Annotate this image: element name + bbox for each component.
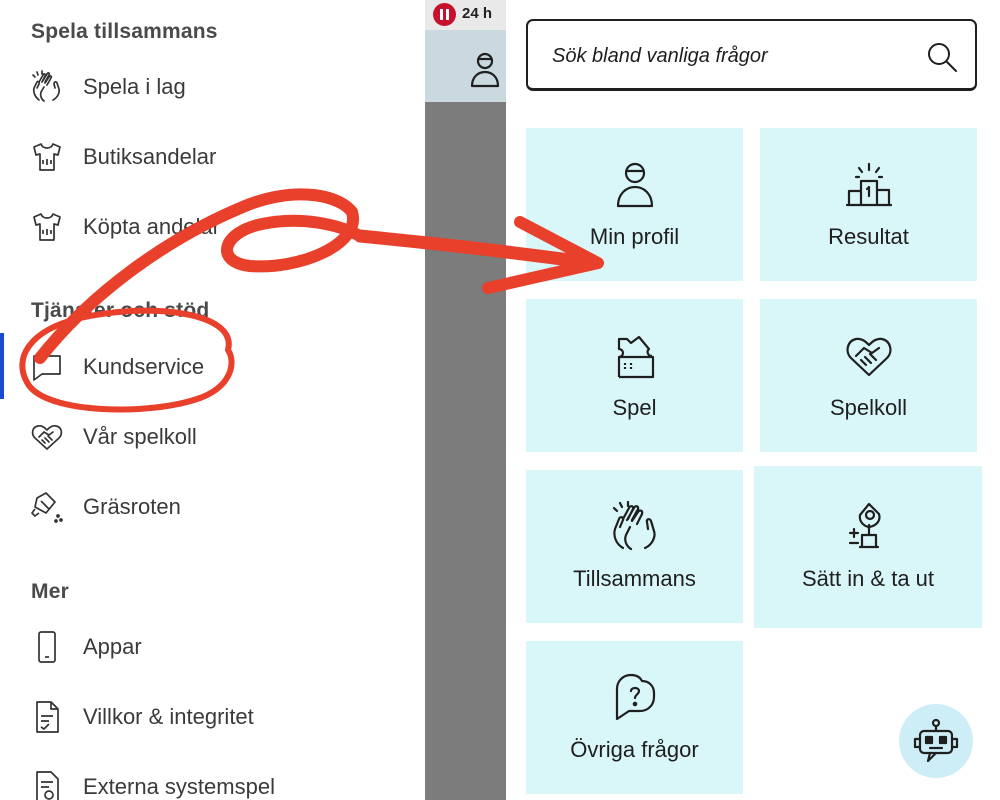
tile-label: Spelkoll	[829, 395, 908, 420]
clapping-hands-icon	[30, 70, 64, 104]
tile-tillsammans[interactable]: Tillsammans	[526, 470, 743, 623]
menu-item-externa-systemspel[interactable]: Externa systemspel	[0, 756, 425, 800]
pause-icon[interactable]	[433, 3, 456, 26]
menu-item-appar[interactable]: Appar	[0, 616, 425, 678]
background-page-overlay[interactable]: 24 h	[425, 0, 506, 800]
menu-item-label: Externa systemspel	[83, 774, 275, 799]
tile-label: Tillsammans	[573, 566, 696, 591]
timer-label: 24 h	[462, 5, 493, 22]
watering-can-icon	[30, 490, 64, 524]
menu-item-label: Köpta andelar	[83, 214, 220, 239]
tile-label: Sätt in & ta ut	[801, 566, 935, 591]
menu-item-villkor[interactable]: Villkor & integritet	[0, 686, 425, 748]
screen: Spela tillsammans Spela i lag Butiksande…	[0, 0, 1000, 800]
shirt-share-icon	[30, 210, 64, 244]
phone-icon	[30, 630, 64, 664]
chat-bubble-icon	[30, 350, 64, 384]
heart-handshake-icon	[843, 329, 895, 381]
menu-item-label: Gräsroten	[83, 494, 181, 519]
menu-item-grasroten[interactable]: Gräsroten	[0, 476, 425, 538]
section-heading-more: Mer	[31, 580, 69, 603]
section-heading-together: Spela tillsammans	[31, 20, 218, 43]
tile-label: Min profil	[589, 224, 680, 249]
menu-item-label: Appar	[83, 634, 142, 659]
search-icon[interactable]	[926, 41, 958, 73]
menu-item-kopta-andelar[interactable]: Köpta andelar	[0, 196, 425, 258]
tile-resultat[interactable]: Resultat	[760, 128, 977, 281]
tile-satt-in-ta-ut[interactable]: Sätt in & ta ut	[754, 466, 982, 628]
tile-label: Resultat	[828, 224, 909, 249]
shirt-share-icon	[30, 140, 64, 174]
clapping-hands-icon	[609, 500, 661, 552]
heart-handshake-icon	[30, 420, 64, 454]
tile-ovriga-fragor[interactable]: Övriga frågor	[526, 641, 743, 794]
menu-item-label: Kundservice	[83, 354, 205, 379]
tile-label: Spel	[612, 395, 657, 420]
money-plant-icon	[842, 499, 894, 551]
menu-item-kundservice[interactable]: Kundservice	[0, 336, 425, 398]
menu-item-butiksandelar[interactable]: Butiksandelar	[0, 126, 425, 188]
ticket-icon	[609, 329, 661, 381]
tile-min-profil[interactable]: Min profil	[526, 128, 743, 281]
section-heading-services: Tjänster och stöd	[31, 299, 210, 322]
tile-label: Övriga frågor	[570, 737, 699, 762]
faq-search-field[interactable]: Sök bland vanliga frågor	[526, 19, 977, 91]
search-placeholder: Sök bland vanliga frågor	[552, 45, 768, 67]
menu-item-label: Villkor & integritet	[83, 704, 254, 729]
document-icon	[30, 700, 64, 734]
document-search-icon	[30, 770, 64, 800]
menu-item-var-spelkoll[interactable]: Vår spelkoll	[0, 406, 425, 468]
menu-item-label: Spela i lag	[83, 74, 186, 99]
side-drawer: Spela tillsammans Spela i lag Butiksande…	[0, 0, 425, 800]
person-icon	[609, 158, 661, 210]
menu-item-label: Butiksandelar	[83, 144, 217, 169]
menu-item-spela-i-lag[interactable]: Spela i lag	[0, 56, 425, 118]
podium-icon	[843, 158, 895, 210]
tile-spel[interactable]: Spel	[526, 299, 743, 452]
profile-icon[interactable]	[469, 50, 501, 90]
menu-item-label: Vår spelkoll	[83, 424, 197, 449]
tile-spelkoll[interactable]: Spelkoll	[760, 299, 977, 452]
chatbot-button[interactable]	[899, 704, 973, 778]
help-panel: Sök bland vanliga frågor Min profil Resu…	[506, 0, 1000, 800]
question-bubble-icon	[609, 671, 661, 723]
